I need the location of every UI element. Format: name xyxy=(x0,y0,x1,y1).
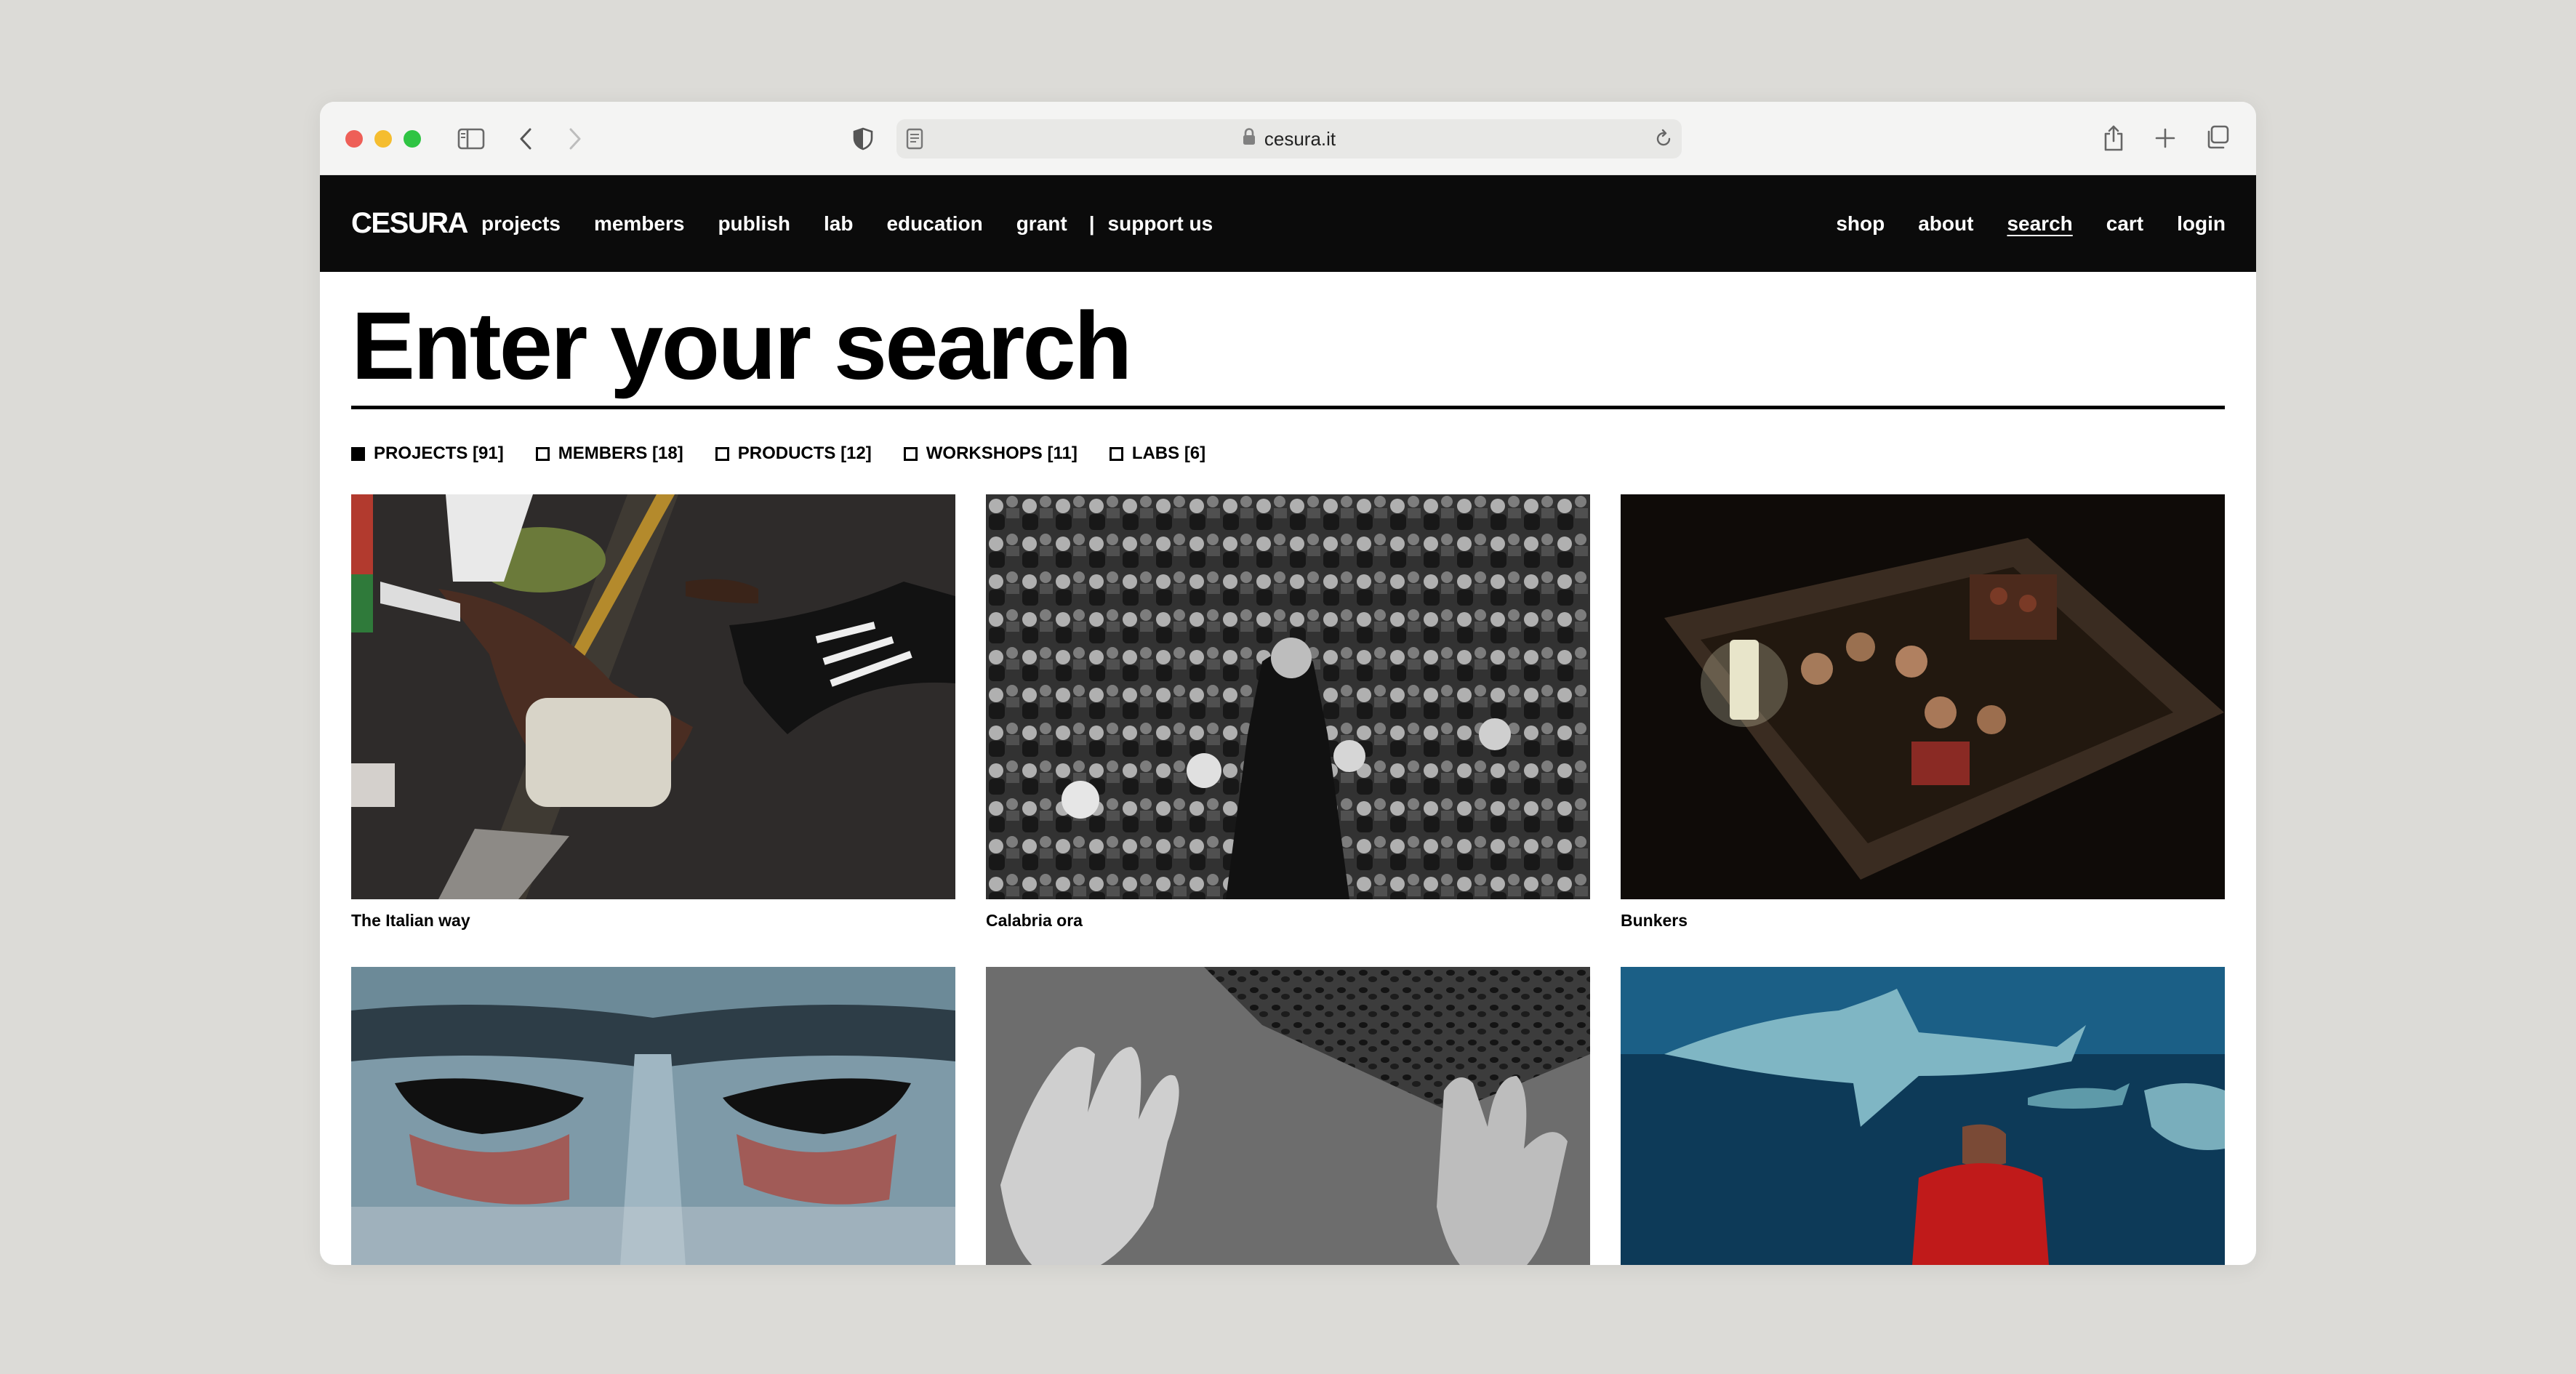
result-title[interactable]: The Italian way xyxy=(351,911,955,931)
browser-toolbar: cesura.it xyxy=(320,102,2256,175)
search-input-heading[interactable]: Enter your search xyxy=(351,298,1132,394)
result-title[interactable]: Calabria ora xyxy=(986,911,1590,931)
filter-workshops[interactable]: WORKSHOPS [11] xyxy=(903,443,1078,464)
privacy-shield-icon[interactable] xyxy=(851,125,875,153)
nav-item-login[interactable]: login xyxy=(2177,212,2226,236)
sidebar-toggle-icon[interactable] xyxy=(457,126,486,151)
filter-label: PRODUCTS [12] xyxy=(737,443,872,463)
share-icon[interactable] xyxy=(2100,124,2127,153)
filter-checkbox[interactable] xyxy=(1109,446,1123,461)
result-title[interactable]: Bunkers xyxy=(1621,911,2225,931)
forward-arrow-icon[interactable] xyxy=(564,125,586,153)
back-arrow-icon[interactable] xyxy=(515,125,537,153)
search-filters: PROJECTS [91] MEMBERS [18] PRODUCTS [12]… xyxy=(351,441,1237,467)
result-card[interactable]: The Italian way xyxy=(351,494,955,931)
reload-icon[interactable] xyxy=(1653,128,1674,153)
nav-item-projects[interactable]: projects xyxy=(481,212,561,236)
nav-item-education[interactable]: education xyxy=(886,212,982,236)
filter-products[interactable]: PRODUCTS [12] xyxy=(715,443,872,464)
filter-labs[interactable]: LABS [6] xyxy=(1109,443,1206,464)
result-card[interactable] xyxy=(351,967,955,1265)
nav-item-shop[interactable]: shop xyxy=(1836,212,1885,236)
nav-item-members[interactable]: members xyxy=(594,212,685,236)
result-card[interactable]: Bunkers xyxy=(1621,494,2225,931)
filter-label: WORKSHOPS [11] xyxy=(926,443,1078,463)
close-window-button[interactable] xyxy=(345,130,363,148)
result-image[interactable] xyxy=(1621,494,2225,899)
nav-item-search[interactable]: search xyxy=(2007,212,2072,236)
nav-item-lab[interactable]: lab xyxy=(824,212,853,236)
nav-item-cart[interactable]: cart xyxy=(2106,212,2143,236)
site-navigation: CESURA projects members publish lab educ… xyxy=(320,175,2256,272)
lock-icon xyxy=(1243,127,1256,150)
nav-item-grant[interactable]: grant xyxy=(1016,212,1067,236)
filter-checkbox[interactable] xyxy=(351,446,365,461)
filter-checkbox[interactable] xyxy=(903,446,918,461)
nav-separator: | xyxy=(1088,212,1095,235)
new-tab-icon[interactable] xyxy=(2152,125,2178,151)
url-display: cesura.it xyxy=(896,119,1682,158)
search-underline xyxy=(351,406,2225,409)
minimize-window-button[interactable] xyxy=(374,130,392,148)
filter-label: MEMBERS [18] xyxy=(558,443,683,463)
nav-item-support-us[interactable]: support us xyxy=(1108,212,1213,236)
filter-projects[interactable]: PROJECTS [91] xyxy=(351,443,504,464)
nav-item-about[interactable]: about xyxy=(1918,212,1973,236)
nav-right: shop about search cart login xyxy=(1802,175,2226,272)
site-logo[interactable]: CESURA xyxy=(351,175,468,272)
result-card[interactable] xyxy=(1621,967,2225,1265)
result-card[interactable]: Calabria ora xyxy=(986,494,1590,931)
result-image[interactable] xyxy=(986,494,1590,899)
address-bar[interactable]: cesura.it xyxy=(896,119,1682,158)
tab-overview-icon[interactable] xyxy=(2203,124,2231,151)
result-image[interactable] xyxy=(351,494,955,899)
filter-checkbox[interactable] xyxy=(535,446,550,461)
nav-left: projects members publish lab education g… xyxy=(481,175,1246,272)
filter-checkbox[interactable] xyxy=(715,446,729,461)
zoom-window-button[interactable] xyxy=(404,130,421,148)
filter-label: PROJECTS [91] xyxy=(374,443,504,463)
url-text: cesura.it xyxy=(1264,127,1336,150)
result-image[interactable] xyxy=(1621,967,2225,1265)
result-image[interactable] xyxy=(351,967,955,1265)
filter-label: LABS [6] xyxy=(1131,443,1206,463)
nav-item-publish[interactable]: publish xyxy=(718,212,790,236)
browser-window: cesura.it CESURA projects members publis… xyxy=(320,102,2256,1265)
filter-members[interactable]: MEMBERS [18] xyxy=(535,443,683,464)
result-image[interactable] xyxy=(986,967,1590,1265)
result-card[interactable] xyxy=(986,967,1590,1265)
